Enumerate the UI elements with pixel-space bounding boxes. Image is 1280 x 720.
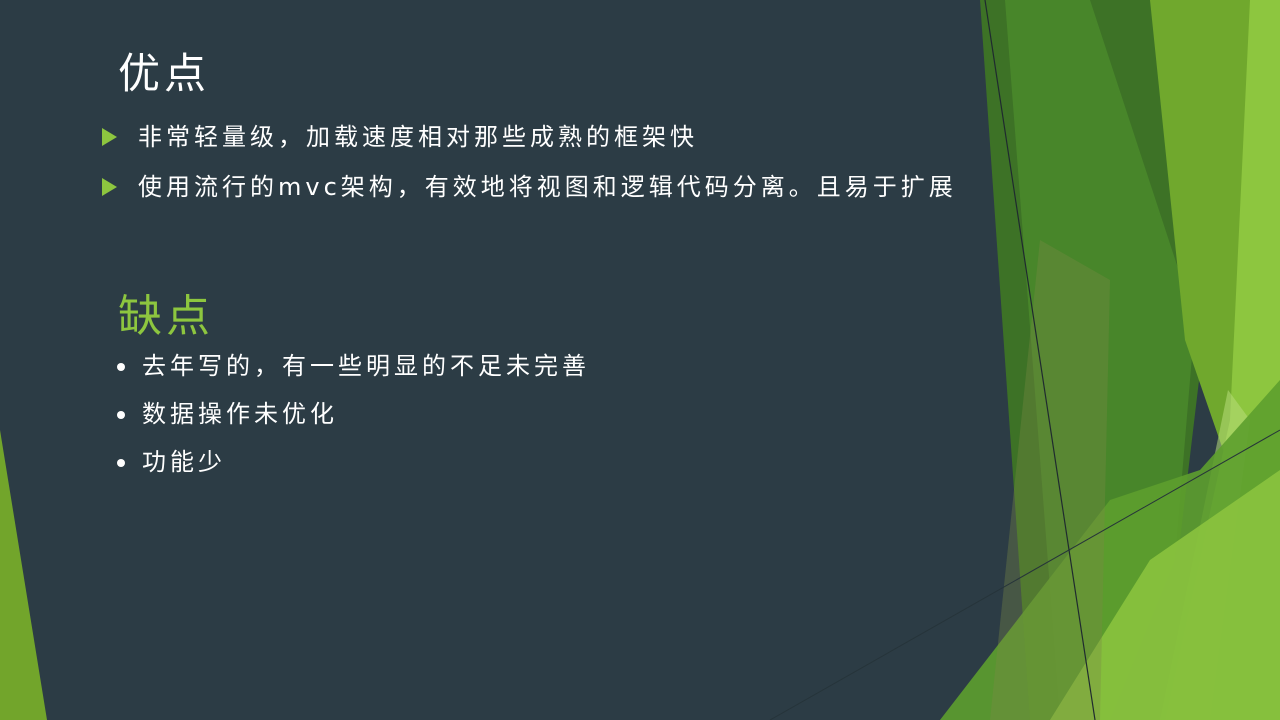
slide: 优点 非常轻量级，加载速度相对那些成熟的框架快 使用流行的mvc架构，有效地将视… — [0, 0, 1280, 720]
triangle-bullet-icon — [102, 128, 117, 146]
cons-item-text: 去年写的，有一些明显的不足未完善 — [142, 352, 590, 380]
triangle-bullet-icon — [102, 178, 117, 196]
pros-heading: 优点 — [118, 49, 211, 98]
pros-list: 非常轻量级，加载速度相对那些成熟的框架快 使用流行的mvc架构，有效地将视图和逻… — [100, 116, 957, 216]
cons-item: 数据操作未优化 — [112, 392, 590, 440]
cons-item-text: 数据操作未优化 — [142, 400, 338, 428]
dot-bullet-icon — [117, 459, 125, 467]
left-green-sliver — [0, 430, 47, 720]
pros-item-text: 使用流行的mvc架构，有效地将视图和逻辑代码分离。且易于扩展 — [138, 173, 957, 201]
dot-bullet-icon — [117, 363, 125, 371]
cons-item: 去年写的，有一些明显的不足未完善 — [112, 344, 590, 392]
pros-item: 使用流行的mvc架构，有效地将视图和逻辑代码分离。且易于扩展 — [100, 166, 957, 216]
cons-item: 功能少 — [112, 440, 590, 488]
cons-list: 去年写的，有一些明显的不足未完善 数据操作未优化 功能少 — [112, 344, 590, 488]
dot-bullet-icon — [117, 411, 125, 419]
pros-item: 非常轻量级，加载速度相对那些成熟的框架快 — [100, 116, 957, 166]
pros-item-text: 非常轻量级，加载速度相对那些成熟的框架快 — [138, 123, 698, 151]
cons-heading: 缺点 — [118, 291, 214, 342]
cons-item-text: 功能少 — [142, 448, 226, 476]
